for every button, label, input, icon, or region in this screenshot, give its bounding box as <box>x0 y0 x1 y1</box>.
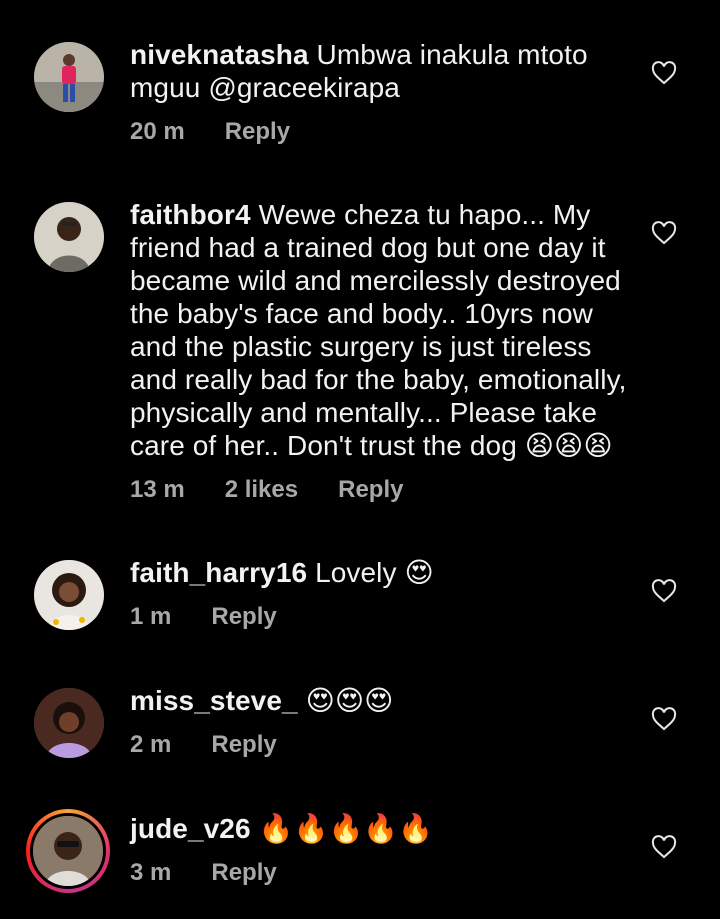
comment-text: faithbor4 Wewe cheza tu hapo... My frien… <box>130 198 630 462</box>
reply-button[interactable]: Reply <box>211 603 276 631</box>
comment-username[interactable]: miss_steve_ <box>130 685 298 716</box>
comment-time: 1 m <box>130 603 172 630</box>
comment-time: 20 m <box>130 118 185 145</box>
reply-button[interactable]: Reply <box>225 118 290 146</box>
avatar[interactable] <box>34 688 104 758</box>
comment-time: 3 m <box>130 859 172 886</box>
heart-outline-icon[interactable] <box>651 835 677 859</box>
comment-time: 2 m <box>130 731 172 758</box>
heart-outline-icon[interactable] <box>651 61 677 85</box>
comment-username[interactable]: niveknatasha <box>130 39 309 70</box>
avatar[interactable] <box>34 42 104 112</box>
comment-username[interactable]: faith_harry16 <box>130 557 307 588</box>
comment-body: 🔥🔥🔥🔥🔥 <box>258 813 434 844</box>
heart-outline-icon[interactable] <box>651 579 677 603</box>
comment-text: jude_v26 🔥🔥🔥🔥🔥 <box>130 812 630 845</box>
comment-body: Wewe cheza tu hapo... My friend had a tr… <box>130 199 627 461</box>
comment-username[interactable]: faithbor4 <box>130 199 251 230</box>
comment-meta: 1 m Reply <box>130 603 277 631</box>
comment-text: faith_harry16 Lovely 😍 <box>130 556 630 589</box>
avatar <box>30 813 106 889</box>
comment-body: 😍😍😍 <box>305 685 394 716</box>
reply-button[interactable]: Reply <box>211 731 276 759</box>
heart-outline-icon[interactable] <box>651 707 677 731</box>
avatar[interactable] <box>34 202 104 272</box>
avatar[interactable] <box>34 560 104 630</box>
comment-meta: 3 m Reply <box>130 859 277 887</box>
comment-username[interactable]: jude_v26 <box>130 813 251 844</box>
heart-outline-icon[interactable] <box>651 221 677 245</box>
comment-text: niveknatasha Umbwa inakula mtoto mguu @g… <box>130 38 630 104</box>
avatar-story-ring[interactable] <box>26 809 110 893</box>
reply-button[interactable]: Reply <box>211 859 276 887</box>
comment-time: 13 m <box>130 476 185 503</box>
comment-meta: 13 m 2 likes Reply <box>130 476 403 504</box>
comment-text: miss_steve_ 😍😍😍 <box>130 684 630 717</box>
comment-likes[interactable]: 2 likes <box>225 476 298 504</box>
comment-meta: 20 m Reply <box>130 118 290 146</box>
comment-meta: 2 m Reply <box>130 731 277 759</box>
comment-body: Lovely 😍 <box>315 557 434 588</box>
reply-button[interactable]: Reply <box>338 476 403 504</box>
